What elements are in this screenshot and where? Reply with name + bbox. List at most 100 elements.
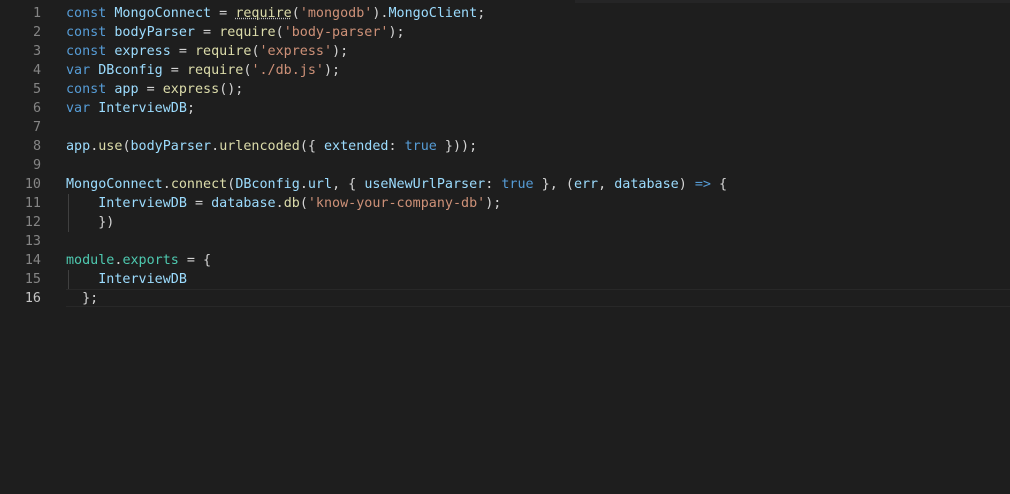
code-token: connect	[170, 177, 228, 192]
code-token: './db.js'	[251, 63, 324, 78]
line-code[interactable]: module.exports = {	[66, 251, 211, 270]
code-token: 'know-your-company-db'	[307, 196, 486, 211]
code-line[interactable]: 16 };	[0, 289, 1010, 308]
line-code[interactable]: InterviewDB = database.db('know-your-com…	[66, 194, 501, 213]
code-token: err	[573, 177, 599, 192]
code-line[interactable]: 4 var DBconfig = require('./db.js');	[0, 61, 1010, 80]
code-token: db	[283, 196, 300, 211]
code-token: app	[66, 139, 91, 154]
code-line[interactable]: 8 app.use(bodyParser.urlencoded({ extende…	[0, 137, 1010, 156]
code-token: (	[291, 6, 300, 21]
code-line[interactable]: 11 InterviewDB = database.db('know-your-…	[0, 194, 1010, 213]
line-number: 15	[24, 272, 41, 287]
code-token: 'express'	[259, 44, 333, 59]
line-number: 13	[24, 234, 41, 249]
code-token: bodyParser	[114, 25, 195, 40]
line-number: 14	[24, 253, 41, 268]
editor-top-strip	[575, 0, 1010, 3]
code-line[interactable]: 7	[0, 118, 1010, 137]
line-code[interactable]: })	[66, 213, 114, 232]
code-token: ,	[598, 177, 615, 192]
line-number: 9	[32, 158, 41, 173]
line-code[interactable]: };	[66, 289, 98, 308]
code-token: .	[162, 177, 171, 192]
code-token: express	[114, 44, 171, 59]
line-number: 10	[24, 177, 41, 192]
code-line[interactable]: 5 const app = express();	[0, 80, 1010, 99]
line-number: 3	[32, 44, 41, 59]
line-number: 11	[24, 196, 41, 211]
code-token: urlencoded	[219, 139, 300, 154]
code-line[interactable]: 6 var InterviewDB;	[0, 99, 1010, 118]
code-token: =	[211, 6, 236, 21]
line-number: 7	[32, 120, 41, 135]
code-token: true	[404, 139, 437, 154]
code-token: {	[711, 177, 728, 192]
line-code[interactable]: var InterviewDB;	[66, 99, 195, 118]
code-token: )	[678, 177, 695, 192]
code-token: database	[614, 177, 679, 192]
code-token: require	[219, 25, 276, 40]
code-token: }, (	[533, 177, 574, 192]
code-token: const	[66, 6, 107, 21]
line-number: 6	[32, 101, 41, 116]
code-token: extended	[324, 139, 389, 154]
line-code[interactable]: var DBconfig = require('./db.js');	[66, 61, 340, 80]
code-token: express	[162, 82, 220, 97]
code-token: =	[170, 44, 195, 59]
code-token: MongoClient	[388, 6, 478, 21]
indent-guide	[68, 194, 69, 232]
line-code[interactable]: app.use(bodyParser.urlencoded({ extended…	[66, 137, 477, 156]
code-line[interactable]: 13	[0, 232, 1010, 251]
code-line[interactable]: 3 const express = require('express');	[0, 42, 1010, 61]
code-token: .	[275, 196, 284, 211]
code-token: (	[122, 139, 131, 154]
code-token: (	[275, 25, 284, 40]
code-line[interactable]: 2 const bodyParser = require('body-parser…	[0, 23, 1010, 42]
code-token: exports	[122, 253, 179, 268]
code-token: };	[82, 291, 99, 306]
indent-guide	[68, 270, 69, 289]
line-number: 8	[32, 139, 41, 154]
code-line[interactable]: 1 const MongoConnect = require('mongodb')…	[0, 4, 1010, 23]
code-token: module	[66, 253, 115, 268]
code-token: var	[66, 101, 91, 116]
code-token: (	[299, 196, 308, 211]
line-number: 2	[32, 25, 41, 40]
code-token: ;	[186, 101, 195, 116]
code-editor[interactable]: 1 const MongoConnect = require('mongodb')…	[0, 0, 1010, 494]
code-token: useNewUrlParser	[364, 177, 486, 192]
code-line[interactable]: 9	[0, 156, 1010, 175]
line-code[interactable]: MongoConnect.connect(DBconfig.url, { use…	[66, 175, 727, 194]
line-code[interactable]: const MongoConnect = require('mongodb').…	[66, 4, 485, 23]
code-token: .	[299, 177, 308, 192]
line-code[interactable]: const bodyParser = require('body-parser'…	[66, 23, 405, 42]
code-token: :	[485, 177, 502, 192]
code-line[interactable]: 10 MongoConnect.connect(DBconfig.url, { u…	[0, 175, 1010, 194]
code-token: =	[162, 63, 187, 78]
line-number: 12	[24, 215, 41, 230]
code-token: ({	[299, 139, 324, 154]
code-token: InterviewDB	[98, 101, 187, 116]
line-number: 16	[24, 291, 41, 306]
line-code[interactable]: InterviewDB	[66, 270, 187, 289]
code-token: );	[388, 25, 405, 40]
code-line[interactable]: 15 InterviewDB	[0, 270, 1010, 289]
line-code[interactable]: const express = require('express');	[66, 42, 348, 61]
code-token: :	[388, 139, 405, 154]
code-token: }));	[436, 139, 478, 154]
code-token: const	[66, 44, 107, 59]
line-code[interactable]: const app = express();	[66, 80, 243, 99]
code-token: require	[235, 6, 292, 21]
code-line[interactable]: 14 module.exports = {	[0, 251, 1010, 270]
code-token: app	[114, 82, 139, 97]
code-token: 'mongodb'	[299, 6, 373, 21]
code-token: DBconfig	[98, 63, 163, 78]
code-token: MongoConnect	[66, 177, 163, 192]
code-token: 'body-parser'	[283, 25, 389, 40]
code-token: url	[307, 177, 333, 192]
code-line[interactable]: 12 })	[0, 213, 1010, 232]
